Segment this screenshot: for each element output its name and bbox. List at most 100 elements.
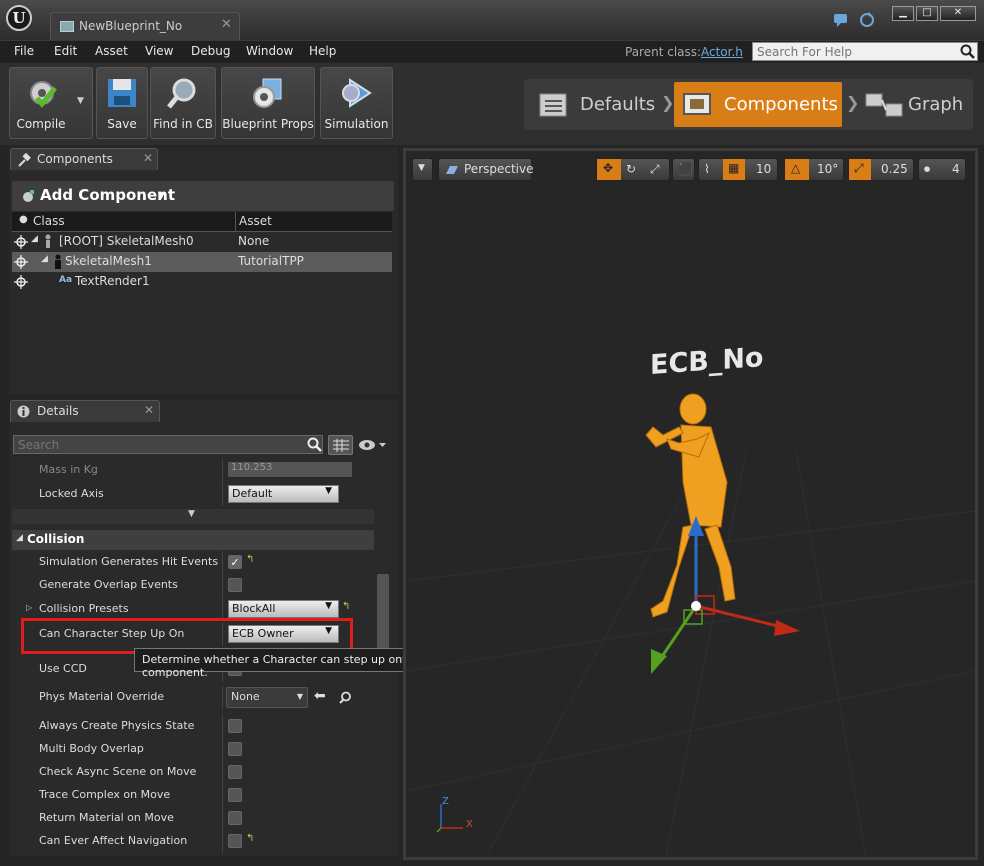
property-row-overlap-events: Generate Overlap Events: [12, 574, 374, 597]
tree-row-class: SkeletalMesh1: [65, 254, 152, 268]
perspective-button[interactable]: Perspective: [438, 158, 534, 181]
scale-icon[interactable]: ⤢: [650, 162, 660, 177]
locked-axis-dropdown[interactable]: Default ▼: [228, 485, 339, 503]
tree-row-class: TextRender1: [75, 274, 150, 288]
eye-icon[interactable]: [358, 439, 388, 451]
details-search-input[interactable]: [13, 435, 323, 454]
hit-events-checkbox[interactable]: ✓: [228, 555, 242, 569]
reset-arrow-icon[interactable]: ↰: [246, 554, 254, 565]
mode-components[interactable]: Components: [674, 82, 842, 127]
simulation-button[interactable]: Simulation: [320, 67, 393, 139]
search-icon[interactable]: [307, 437, 322, 452]
hammer-icon: [18, 153, 31, 167]
scale-snap-value[interactable]: 0.25: [881, 162, 908, 176]
chevron-down-icon[interactable]: ▼: [77, 96, 84, 106]
document-tab[interactable]: NewBlueprint_No ✕: [50, 12, 240, 40]
use-selected-arrow-icon[interactable]: ⬅: [314, 688, 326, 704]
blueprint-icon: [60, 21, 74, 32]
rotation-snap-value[interactable]: 10°: [817, 162, 838, 176]
collision-presets-label: Collision Presets: [39, 602, 129, 615]
grid-snap-value[interactable]: 10: [756, 162, 771, 176]
return-material-checkbox[interactable]: [228, 811, 242, 825]
parent-class-link[interactable]: Actor.h: [701, 45, 743, 59]
column-asset[interactable]: Asset: [239, 214, 272, 228]
menu-edit[interactable]: Edit: [54, 44, 77, 58]
mode-defaults[interactable]: Defaults: [534, 82, 664, 127]
trace-complex-checkbox[interactable]: [228, 788, 242, 802]
chat-icon[interactable]: [833, 12, 849, 28]
unreal-logo-icon[interactable]: U: [6, 5, 32, 31]
components-tab[interactable]: Components ✕: [10, 148, 158, 170]
compile-button[interactable]: Compile ▼: [9, 67, 93, 139]
close-icon[interactable]: ✕: [143, 151, 153, 165]
blueprint-props-button[interactable]: Blueprint Props: [221, 67, 315, 139]
camera-speed-group[interactable]: ⏺ 4: [918, 158, 966, 181]
phys-material-label: Phys Material Override: [39, 690, 165, 703]
collision-category-header[interactable]: ◢ Collision: [12, 530, 374, 550]
viewport-options-button[interactable]: ▼: [412, 158, 433, 181]
surface-snap-icon[interactable]: ⌇: [704, 162, 710, 176]
search-icon[interactable]: [960, 44, 975, 59]
help-search-input[interactable]: [752, 42, 978, 61]
advanced-expander[interactable]: ▼: [12, 509, 374, 524]
minimize-button[interactable]: ▁: [892, 6, 914, 21]
expand-arrow-icon[interactable]: ▷: [26, 603, 32, 612]
mass-input: 110.253: [228, 462, 352, 477]
menu-asset[interactable]: Asset: [95, 44, 128, 58]
tab-close-icon[interactable]: ✕: [221, 17, 232, 32]
tree-row[interactable]: Aa TextRender1: [12, 272, 392, 292]
menu-debug[interactable]: Debug: [191, 44, 230, 58]
check-async-checkbox[interactable]: [228, 765, 242, 779]
property-row-affect-navigation: Can Ever Affect Navigation ↰: [12, 830, 374, 853]
always-create-checkbox[interactable]: [228, 719, 242, 733]
perspective-label: Perspective: [464, 162, 534, 176]
grid-icon: ▦: [728, 161, 740, 175]
property-row-phys-material: Phys Material Override None ▼ ⬅: [12, 686, 374, 709]
maximize-button[interactable]: □: [916, 6, 938, 21]
hit-events-label: Simulation Generates Hit Events: [39, 555, 219, 568]
tree-row-selected[interactable]: ◢ SkeletalMesh1 TutorialTPP: [12, 252, 392, 272]
graph-icon: [865, 93, 903, 117]
close-window-button[interactable]: ✕: [940, 6, 976, 21]
save-button[interactable]: Save: [96, 67, 148, 139]
column-divider: [222, 830, 223, 853]
reset-arrow-icon[interactable]: ↰: [342, 601, 350, 612]
translate-mode-button[interactable]: ✥: [597, 159, 621, 180]
mode-graph[interactable]: Graph: [862, 82, 970, 127]
find-in-cb-button[interactable]: Find in CB: [150, 67, 216, 139]
close-icon[interactable]: ✕: [144, 403, 154, 417]
transform-gizmo[interactable]: [636, 516, 806, 686]
expand-arrow-icon[interactable]: ◢: [41, 254, 48, 264]
collision-presets-dropdown[interactable]: BlockAll ▼: [228, 600, 339, 618]
menu-file[interactable]: File: [14, 44, 34, 58]
phys-material-picker[interactable]: None ▼: [226, 687, 308, 708]
menu-window[interactable]: Window: [246, 44, 293, 58]
chevron-down-icon: ▼: [325, 601, 332, 611]
add-component-button[interactable]: Add Component ▼: [12, 181, 394, 211]
reset-arrow-icon[interactable]: ↰: [246, 833, 254, 844]
defaults-icon: [539, 93, 567, 117]
angle-icon: △: [791, 161, 801, 175]
expand-arrow-icon[interactable]: ◢: [31, 234, 38, 244]
rotation-snap-toggle[interactable]: △: [785, 159, 809, 180]
scale-snap-toggle[interactable]: ⤢: [849, 159, 871, 180]
rotate-icon[interactable]: ↻: [626, 162, 636, 176]
menu-help[interactable]: Help: [309, 44, 336, 58]
viewport[interactable]: ECB_No Z X: [403, 148, 978, 860]
trace-complex-label: Trace Complex on Move: [39, 788, 171, 801]
sync-icon[interactable]: [859, 12, 875, 28]
overlap-events-checkbox[interactable]: [228, 578, 242, 592]
menu-view[interactable]: View: [145, 44, 173, 58]
browse-search-icon[interactable]: [339, 691, 352, 704]
details-scrollbar-thumb[interactable]: [377, 574, 389, 652]
simulation-label: Simulation: [324, 117, 389, 131]
locked-axis-value: Default: [232, 487, 273, 500]
tree-row[interactable]: ◢ [ROOT] SkeletalMesh0 None: [12, 232, 392, 252]
multi-body-checkbox[interactable]: [228, 742, 242, 756]
column-class[interactable]: Class: [33, 214, 65, 228]
property-matrix-button[interactable]: [328, 435, 353, 455]
affect-navigation-checkbox[interactable]: [228, 834, 242, 848]
world-local-button[interactable]: ⬛: [672, 158, 695, 181]
grid-snap-toggle[interactable]: ▦: [723, 159, 745, 180]
details-tab[interactable]: Details ✕: [10, 400, 160, 422]
